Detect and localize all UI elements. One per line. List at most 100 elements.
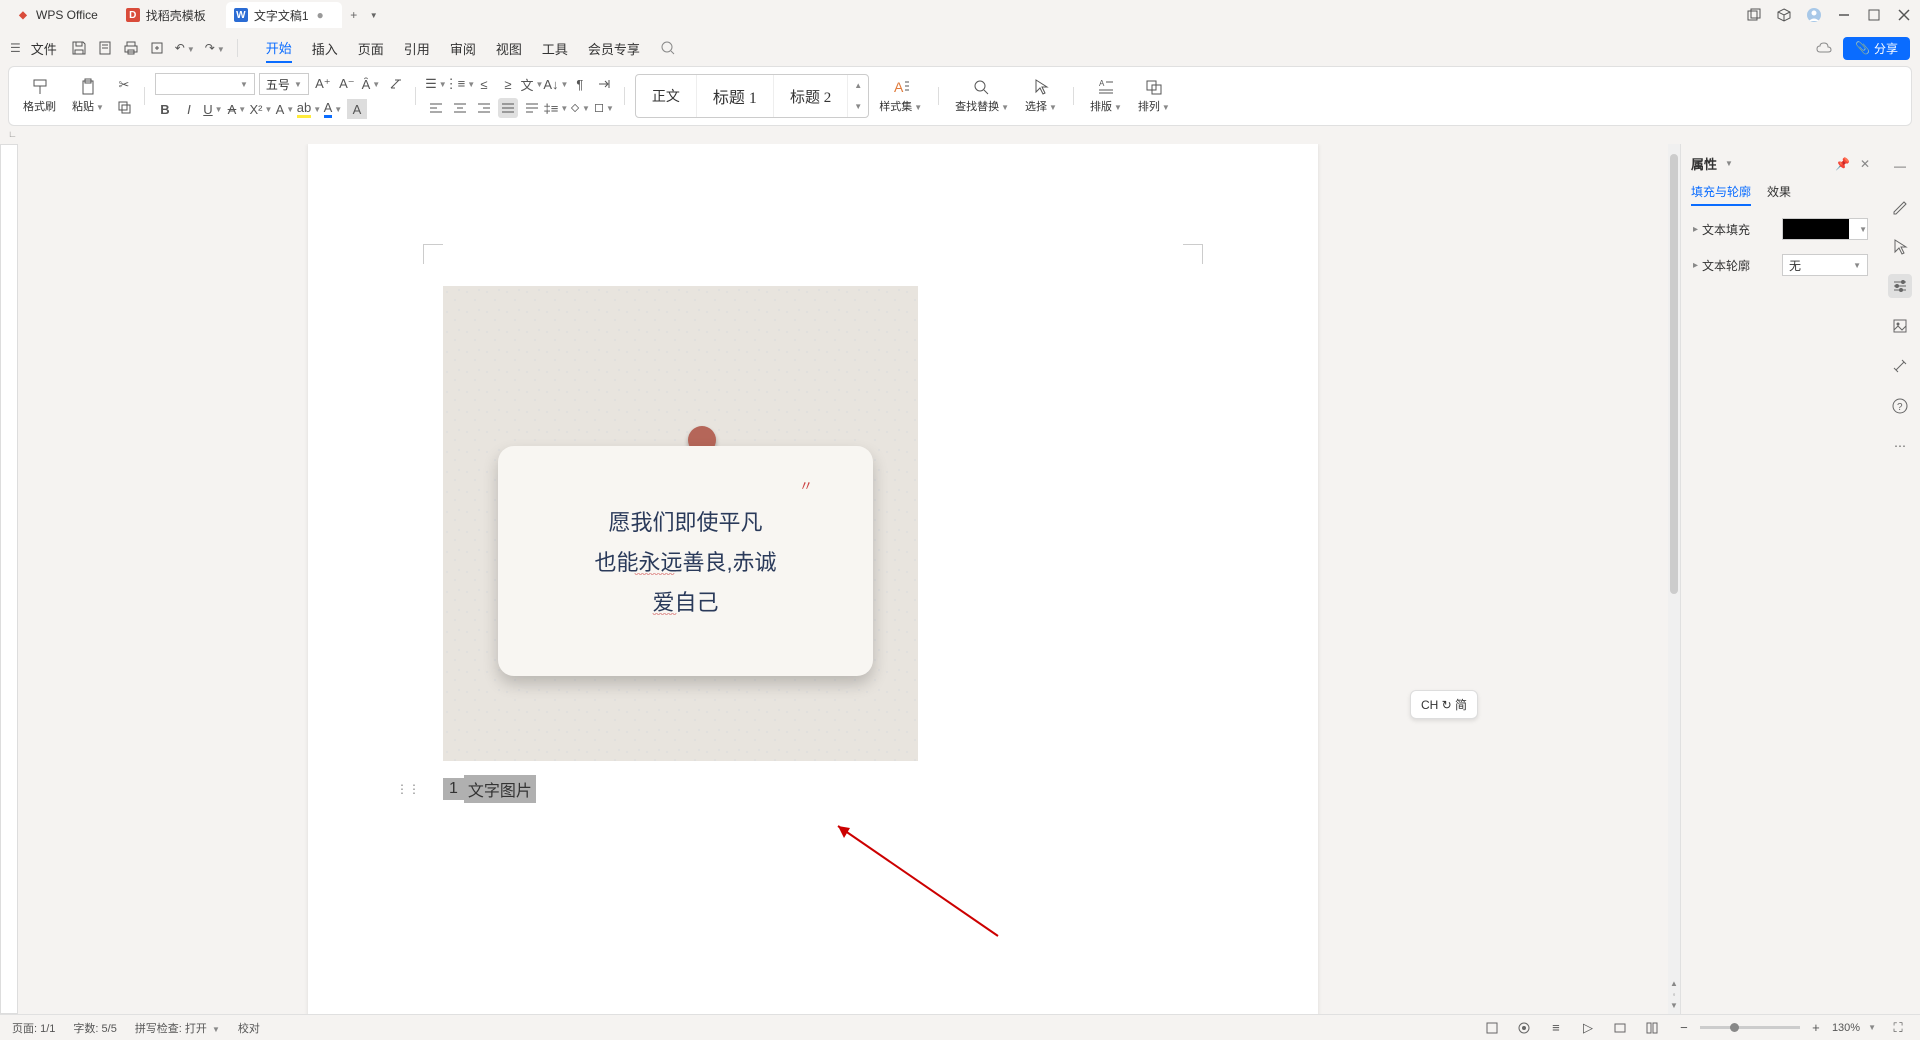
zoom-dropdown-icon[interactable]: ▼: [1868, 1023, 1876, 1032]
style-heading-2[interactable]: 标题 2: [774, 75, 848, 117]
zoom-in-icon[interactable]: +: [1806, 1018, 1826, 1038]
zoom-value[interactable]: 130%: [1832, 1022, 1860, 1034]
image-caption[interactable]: 1 文字图片: [443, 775, 1183, 803]
ruler-horizontal[interactable]: ∟: [0, 126, 1920, 144]
view-mode-2-icon[interactable]: [1514, 1018, 1534, 1038]
style-scroll-up-icon[interactable]: ▲: [848, 75, 868, 96]
text-direction-icon[interactable]: 文▼: [522, 74, 542, 94]
tabs-icon[interactable]: [594, 74, 614, 94]
cube-icon[interactable]: [1776, 7, 1792, 23]
status-spellcheck[interactable]: 拼写检查: 打开 ▼: [135, 1020, 220, 1036]
align-center-icon[interactable]: [450, 98, 470, 118]
selection-tool-icon[interactable]: [1888, 234, 1912, 258]
font-size-select[interactable]: 五号▼: [259, 73, 309, 95]
save-icon[interactable]: [71, 40, 87, 56]
expand-text-fill-icon[interactable]: ▸: [1693, 224, 1698, 235]
export-icon[interactable]: [149, 40, 165, 56]
text-fill-color-select[interactable]: ▼: [1782, 218, 1868, 240]
style-scroll-down-icon[interactable]: ▼: [848, 96, 868, 117]
share-button[interactable]: 📎 分享: [1843, 37, 1910, 60]
caption-number[interactable]: 1: [443, 778, 464, 800]
style-set-button[interactable]: A 样式集▼: [873, 78, 928, 114]
layout-button[interactable]: A 排版▼: [1084, 78, 1128, 114]
scrollbar-thumb[interactable]: [1670, 154, 1678, 594]
line-spacing-icon[interactable]: ‡≡▼: [546, 98, 566, 118]
menu-tab-tools[interactable]: 工具: [542, 35, 568, 62]
text-outline-select[interactable]: 无▼: [1782, 254, 1868, 276]
menu-tab-member[interactable]: 会员专享: [588, 35, 640, 62]
format-painter-button[interactable]: 格式刷: [17, 78, 62, 114]
fullscreen-icon[interactable]: ⛶: [1888, 1018, 1908, 1038]
minimize-icon[interactable]: [1836, 7, 1852, 23]
copy-icon[interactable]: [114, 97, 134, 117]
cloud-icon[interactable]: [1815, 41, 1833, 55]
status-words[interactable]: 字数: 5/5: [73, 1020, 116, 1036]
panel-dropdown-icon[interactable]: ▼: [1725, 159, 1733, 168]
paste-button[interactable]: 粘贴▼: [66, 78, 110, 114]
bullets-icon[interactable]: ☰▼: [426, 74, 446, 94]
tab-document[interactable]: W 文字文稿1 ●: [226, 2, 342, 28]
cut-icon[interactable]: ✂: [114, 75, 134, 95]
menu-tab-reference[interactable]: 引用: [404, 35, 430, 62]
tab-wps-office[interactable]: ◆ WPS Office: [8, 2, 116, 28]
user-avatar-icon[interactable]: [1806, 7, 1822, 23]
tab-close-icon[interactable]: ●: [317, 8, 324, 22]
arrange-button[interactable]: 排列▼: [1132, 78, 1176, 114]
show-marks-icon[interactable]: ¶: [570, 74, 590, 94]
drag-handle-icon[interactable]: ⋮⋮: [396, 782, 420, 796]
menu-tab-view[interactable]: 视图: [496, 35, 522, 62]
pin-panel-icon[interactable]: 📌: [1835, 157, 1850, 171]
redo-icon[interactable]: ↷▼: [205, 41, 225, 55]
decrease-font-icon[interactable]: A⁻: [337, 74, 357, 94]
pen-tool-icon[interactable]: [1888, 194, 1912, 218]
view-mode-3-icon[interactable]: ≡: [1546, 1018, 1566, 1038]
undo-icon[interactable]: ↶▼: [175, 41, 195, 55]
view-mode-6-icon[interactable]: [1642, 1018, 1662, 1038]
close-panel-icon[interactable]: ✕: [1860, 157, 1870, 171]
italic-icon[interactable]: I: [179, 99, 199, 119]
menu-tab-review[interactable]: 审阅: [450, 35, 476, 62]
menu-tab-page[interactable]: 页面: [358, 35, 384, 62]
expand-text-outline-icon[interactable]: ▸: [1693, 260, 1698, 271]
tab-templates[interactable]: D 找稻壳模板: [118, 2, 224, 28]
highlight-icon[interactable]: ab▼: [299, 99, 319, 119]
menu-tab-start[interactable]: 开始: [266, 34, 292, 63]
distribute-icon[interactable]: [522, 98, 542, 118]
ruler-tab-selector-icon[interactable]: ∟: [8, 129, 17, 139]
search-icon[interactable]: [660, 40, 676, 56]
minimize-panel-icon[interactable]: —: [1888, 154, 1912, 178]
vertical-scrollbar[interactable]: ▲ ◦ ▼: [1668, 144, 1680, 1014]
scroll-down-icon[interactable]: ▼: [1670, 1001, 1678, 1010]
scroll-up-icon[interactable]: ▲: [1670, 979, 1678, 988]
strikethrough-icon[interactable]: A▼: [227, 99, 247, 119]
hamburger-icon[interactable]: ☰: [10, 41, 21, 55]
align-right-icon[interactable]: [474, 98, 494, 118]
change-case-icon[interactable]: Ȃ▼: [361, 74, 381, 94]
ruler-vertical[interactable]: [0, 144, 18, 1014]
clear-format-icon[interactable]: [385, 74, 405, 94]
new-tab-button[interactable]: +: [344, 5, 364, 25]
file-menu[interactable]: 文件: [31, 39, 57, 58]
print-icon[interactable]: [123, 40, 139, 56]
style-heading-1[interactable]: 标题 1: [697, 75, 774, 117]
align-left-icon[interactable]: [426, 98, 446, 118]
help-icon[interactable]: ?: [1888, 394, 1912, 418]
properties-toggle-icon[interactable]: [1888, 274, 1912, 298]
document-canvas[interactable]: 愿我们即使平凡 也能永远善良,赤诚〰〰〰〰〰 爱自己〰〰〰 〃 1 文字图片 ⋮…: [18, 144, 1668, 1014]
increase-indent-icon[interactable]: ≥: [498, 74, 518, 94]
increase-font-icon[interactable]: A⁺: [313, 74, 333, 94]
more-icon[interactable]: ⋯: [1888, 434, 1912, 458]
select-button[interactable]: 选择▼: [1019, 78, 1063, 114]
style-normal[interactable]: 正文: [636, 75, 697, 117]
tab-dropdown-icon[interactable]: ▼: [364, 5, 384, 25]
menu-tab-insert[interactable]: 插入: [312, 35, 338, 62]
view-mode-1-icon[interactable]: [1482, 1018, 1502, 1038]
font-name-select[interactable]: ▼: [155, 73, 255, 95]
input-method-indicator[interactable]: CH ↻ 简: [1410, 690, 1478, 719]
multi-window-icon[interactable]: [1746, 7, 1762, 23]
tools-icon[interactable]: [1888, 354, 1912, 378]
font-color-icon[interactable]: A▼: [323, 99, 343, 119]
numbering-icon[interactable]: ⋮≡▼: [450, 74, 470, 94]
superscript-icon[interactable]: X²▼: [251, 99, 271, 119]
view-mode-5-icon[interactable]: [1610, 1018, 1630, 1038]
